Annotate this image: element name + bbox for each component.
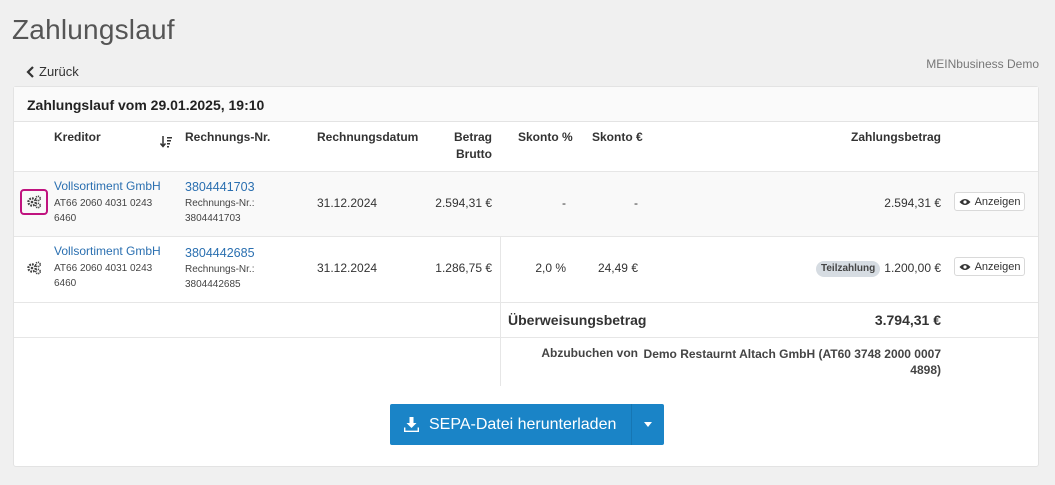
betrag-cell: 1.286,75 € <box>435 261 492 275</box>
zahlungsbetrag-cell: 2.594,31 € <box>884 196 941 210</box>
header-betrag-line1: Betrag <box>453 130 492 144</box>
rechnungsdatum-cell: 31.12.2024 <box>317 196 378 210</box>
sort-desc-icon[interactable] <box>160 135 173 148</box>
panel-title: Zahlungslauf vom 29.01.2025, 19:10 <box>14 87 1038 122</box>
rechnung-link[interactable]: 3804442685 <box>185 246 255 260</box>
betrag-cell: 2.594,31 € <box>435 196 492 210</box>
sepa-download-button[interactable]: SEPA-Datei herunterladen <box>390 404 632 445</box>
payment-run-panel: Zahlungslauf vom 29.01.2025, 19:10 Kredi… <box>13 86 1039 467</box>
skonto-eur-cell: 24,49 € <box>597 261 638 275</box>
rechnung-sub-label: Rechnungs-Nr.: <box>185 198 255 209</box>
header-kreditor[interactable]: Kreditor <box>54 130 101 144</box>
settings-gears-icon[interactable] <box>26 260 42 276</box>
summary-row: Überweisungsbetrag 3.794,31 € <box>14 303 1038 338</box>
header-skonto-pct[interactable]: Skonto % <box>518 130 573 144</box>
show-button-label: Anzeigen <box>974 260 1021 273</box>
kreditor-iban-line2: 6460 <box>54 213 77 224</box>
rechnung-sub-value: 3804442685 <box>185 279 241 290</box>
rechnung-cell: 3804441703 Rechnungs-Nr.: 3804441703 <box>185 180 255 226</box>
table-row: Vollsortiment GmbH AT66 2060 4031 0243 6… <box>14 172 1038 237</box>
header-betrag-line2: Brutto <box>456 147 492 161</box>
caret-down-icon <box>644 422 653 427</box>
sepa-dropdown-toggle[interactable] <box>631 404 665 445</box>
transfer-amount-label: Überweisungsbetrag <box>508 312 647 328</box>
kreditor-link[interactable]: Vollsortiment GmbH <box>54 179 161 193</box>
rechnung-sub-value: 3804441703 <box>185 213 241 224</box>
header-skonto-eur[interactable]: Skonto € <box>592 130 643 144</box>
kreditor-iban-line1: AT66 2060 4031 0243 <box>54 198 153 209</box>
kreditor-link[interactable]: Vollsortiment GmbH <box>54 244 161 258</box>
table-row: Vollsortiment GmbH AT66 2060 4031 0243 6… <box>14 237 1038 303</box>
debit-row: Abzubuchen von Demo Restaurnt Altach Gmb… <box>14 338 1038 386</box>
table-header: Kreditor Rechnungs-Nr. Rechnungsdatum Be… <box>14 122 1038 172</box>
eye-icon <box>959 198 971 205</box>
download-icon <box>404 417 419 432</box>
rechnung-cell: 3804442685 Rechnungs-Nr.: 3804442685 <box>185 246 255 292</box>
show-button[interactable]: Anzeigen <box>954 257 1025 276</box>
sepa-download-label: SEPA-Datei herunterladen <box>429 415 617 433</box>
header-zahlungsbetrag[interactable]: Zahlungsbetrag <box>801 130 941 144</box>
page-title: Zahlungslauf <box>12 14 175 45</box>
header-rechnungs-nr[interactable]: Rechnungs-Nr. <box>185 130 270 144</box>
header-betrag[interactable]: Betrag Brutto <box>432 130 492 161</box>
back-link[interactable]: Zurück <box>26 64 79 79</box>
debit-account-line1: Demo Restaurnt Altach GmbH (AT60 3748 20… <box>643 347 941 361</box>
debit-account-line2: 4898) <box>910 363 941 377</box>
kreditor-iban-line1: AT66 2060 4031 0243 <box>54 263 153 274</box>
show-button-label: Anzeigen <box>974 195 1021 208</box>
kreditor-cell: Vollsortiment GmbH AT66 2060 4031 0243 6… <box>54 179 161 226</box>
kreditor-iban-line2: 6460 <box>54 278 77 289</box>
rechnung-sub-label: Rechnungs-Nr.: <box>185 264 255 275</box>
skonto-pct-cell: - <box>562 196 566 210</box>
show-button[interactable]: Anzeigen <box>954 192 1025 211</box>
settings-gears-icon[interactable] <box>26 194 42 210</box>
company-name: MEINbusiness Demo <box>926 57 1039 71</box>
kreditor-cell: Vollsortiment GmbH AT66 2060 4031 0243 6… <box>54 244 161 291</box>
transfer-amount-value: 3.794,31 € <box>874 312 941 328</box>
rechnungsdatum-cell: 31.12.2024 <box>317 261 378 275</box>
debit-label: Abzubuchen von <box>541 346 638 360</box>
sepa-button-group: SEPA-Datei herunterladen <box>390 404 665 445</box>
zahlungsbetrag-cell: 1.200,00 € <box>884 261 941 275</box>
rechnung-link[interactable]: 3804441703 <box>185 180 255 194</box>
skonto-pct-cell: 2,0 % <box>535 261 566 275</box>
skonto-eur-cell: - <box>634 196 638 210</box>
eye-icon <box>959 263 971 270</box>
payment-table: Kreditor Rechnungs-Nr. Rechnungsdatum Be… <box>14 122 1038 386</box>
back-label: Zurück <box>39 64 79 79</box>
chevron-left-icon <box>26 65 34 78</box>
header-rechnungsdatum[interactable]: Rechnungsdatum <box>317 130 418 144</box>
debit-account: Demo Restaurnt Altach GmbH (AT60 3748 20… <box>641 346 941 378</box>
